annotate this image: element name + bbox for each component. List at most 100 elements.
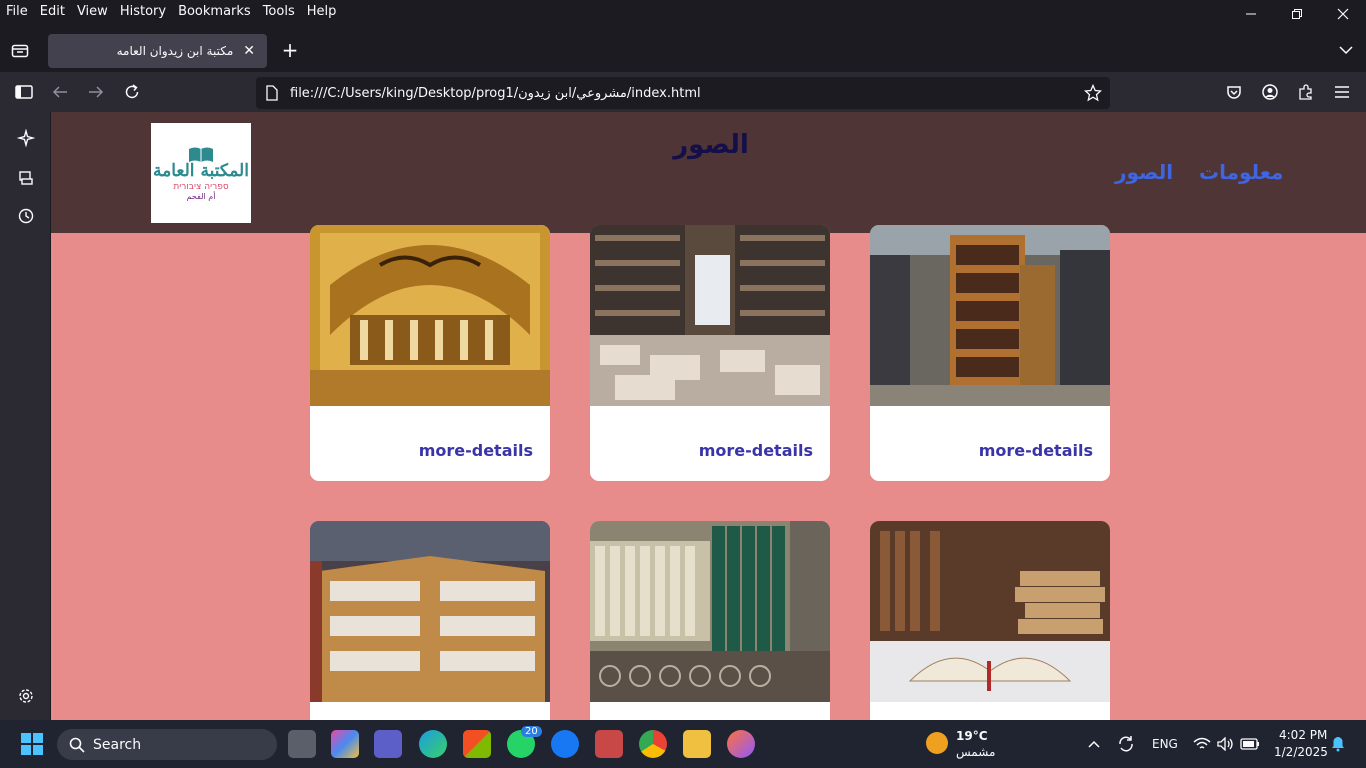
image-card: more-details xyxy=(310,521,550,720)
menu-tools[interactable]: Tools xyxy=(257,4,301,19)
pocket-icon xyxy=(1227,86,1241,99)
reload-icon xyxy=(125,84,139,99)
file-explorer-icon[interactable] xyxy=(683,730,711,758)
task-view-icon[interactable] xyxy=(288,730,316,758)
sparkle-icon xyxy=(17,129,35,147)
clock-date[interactable]: 1/2/2025 xyxy=(1274,745,1328,759)
hamburger-icon xyxy=(1335,86,1349,98)
network-button[interactable] xyxy=(1192,734,1212,754)
search-placeholder: Search xyxy=(93,736,142,753)
start-button[interactable] xyxy=(20,732,44,756)
logo-city: أم الفحم xyxy=(186,192,216,201)
nav-link-images[interactable]: الصور xyxy=(1115,160,1173,184)
sync-tray-button[interactable] xyxy=(1116,734,1136,754)
image-card: more-details xyxy=(870,521,1110,720)
site-header: المكتبة العامة ספריה ציבורית أم الفحم ال… xyxy=(51,112,1366,233)
tab-groups-button[interactable] xyxy=(8,40,32,60)
menu-file[interactable]: File xyxy=(0,4,34,19)
copilot-icon[interactable] xyxy=(331,730,359,758)
volume-button[interactable] xyxy=(1216,734,1236,754)
store-icon[interactable] xyxy=(463,730,491,758)
firefox-view-icon xyxy=(11,44,29,58)
card-image-bookstore xyxy=(590,225,830,406)
account-icon xyxy=(1262,84,1278,100)
tab-title: مكتبة ابن زيدوان العامه xyxy=(116,44,234,58)
card-image-green-volumes xyxy=(590,521,830,702)
site-logo[interactable]: المكتبة العامة ספריה ציבורית أم الفحم xyxy=(151,123,251,223)
windows-logo-icon xyxy=(21,733,43,755)
reload-button[interactable] xyxy=(122,82,142,102)
clock-icon xyxy=(18,208,34,224)
card-image-diwan xyxy=(310,225,550,406)
plus-icon: + xyxy=(281,38,299,62)
bookmark-star-icon[interactable] xyxy=(1084,84,1102,102)
synced-tabs-button[interactable] xyxy=(16,168,36,188)
chrome-icon[interactable] xyxy=(639,730,667,758)
teams-icon[interactable] xyxy=(374,730,402,758)
customize-sidebar-button[interactable] xyxy=(16,686,36,706)
facebook-icon[interactable] xyxy=(551,730,579,758)
notifications-button[interactable] xyxy=(1330,735,1346,753)
bell-icon xyxy=(1332,737,1344,752)
menu-edit[interactable]: Edit xyxy=(34,4,71,19)
weather-sun-icon[interactable] xyxy=(926,732,948,754)
tab-close-icon[interactable]: ✕ xyxy=(243,43,255,59)
browser-sidebar xyxy=(0,112,50,720)
minimize-button[interactable] xyxy=(1228,0,1274,28)
search-icon xyxy=(69,737,85,753)
app-menu-button[interactable] xyxy=(1332,82,1352,102)
battery-icon xyxy=(1240,738,1259,750)
back-button[interactable] xyxy=(50,82,70,102)
list-all-tabs-button[interactable] xyxy=(1336,40,1356,60)
menu-bookmarks[interactable]: Bookmarks xyxy=(172,4,257,19)
weather-temp: 19°C xyxy=(956,729,988,743)
app-icon-active[interactable] xyxy=(595,730,623,758)
language-indicator[interactable]: ENG xyxy=(1152,737,1178,751)
edge-icon[interactable] xyxy=(419,730,447,758)
wifi-icon xyxy=(1193,737,1211,749)
card-image-corner-shelves xyxy=(310,521,550,702)
navigation-toolbar: file:///C:/Users/king/Desktop/prog1/مشرو… xyxy=(0,72,1366,112)
whatsapp-icon[interactable]: 20 xyxy=(507,726,542,758)
weather-desc: مشمس xyxy=(956,745,996,759)
forward-arrow-icon xyxy=(89,86,104,98)
chevron-down-icon xyxy=(1339,46,1353,55)
show-hidden-icons-button[interactable] xyxy=(1086,736,1102,752)
history-button[interactable] xyxy=(16,206,36,226)
nav-link-info[interactable]: معلومات xyxy=(1199,160,1283,184)
extensions-button[interactable] xyxy=(1296,82,1316,102)
image-card: more-details xyxy=(590,225,830,481)
menu-bar: File Edit View History Bookmarks Tools H… xyxy=(0,0,1366,22)
menu-help[interactable]: Help xyxy=(301,4,343,19)
close-window-button[interactable] xyxy=(1320,0,1366,28)
account-button[interactable] xyxy=(1260,82,1280,102)
url-text: file:///C:/Users/king/Desktop/prog1/مشرو… xyxy=(290,85,701,101)
menu-view[interactable]: View xyxy=(71,4,114,19)
card-image-open-book xyxy=(870,521,1110,702)
firefox-icon[interactable] xyxy=(727,730,755,758)
logo-title: المكتبة العامة xyxy=(153,161,249,181)
image-card: more-details xyxy=(870,225,1110,481)
more-details-link[interactable]: more-details xyxy=(419,441,533,460)
forward-button[interactable] xyxy=(86,82,106,102)
tab-active[interactable]: مكتبة ابن زيدوان العامه ✕ xyxy=(48,34,267,68)
url-bar[interactable]: file:///C:/Users/king/Desktop/prog1/مشرو… xyxy=(256,77,1110,109)
pocket-button[interactable] xyxy=(1224,82,1244,102)
sidebar-toggle-button[interactable] xyxy=(14,82,34,102)
taskbar-search[interactable]: Search xyxy=(57,729,277,760)
back-arrow-icon xyxy=(52,86,67,98)
battery-button[interactable] xyxy=(1240,734,1260,754)
more-details-link[interactable]: more-details xyxy=(699,441,813,460)
clock-time[interactable]: 4:02 PM xyxy=(1279,728,1327,742)
card-image-library xyxy=(870,225,1110,406)
logo-subtitle: ספריה ציבורית xyxy=(173,182,229,192)
more-details-link[interactable]: more-details xyxy=(979,441,1093,460)
restore-button[interactable] xyxy=(1274,0,1320,28)
image-card: more-details xyxy=(310,225,550,481)
image-card: more-details xyxy=(590,521,830,720)
chevron-up-icon xyxy=(1088,740,1100,748)
menu-history[interactable]: History xyxy=(114,4,172,19)
new-tab-button[interactable]: + xyxy=(280,38,300,62)
ai-chatbot-button[interactable] xyxy=(16,128,36,148)
minimize-icon xyxy=(1246,13,1256,15)
